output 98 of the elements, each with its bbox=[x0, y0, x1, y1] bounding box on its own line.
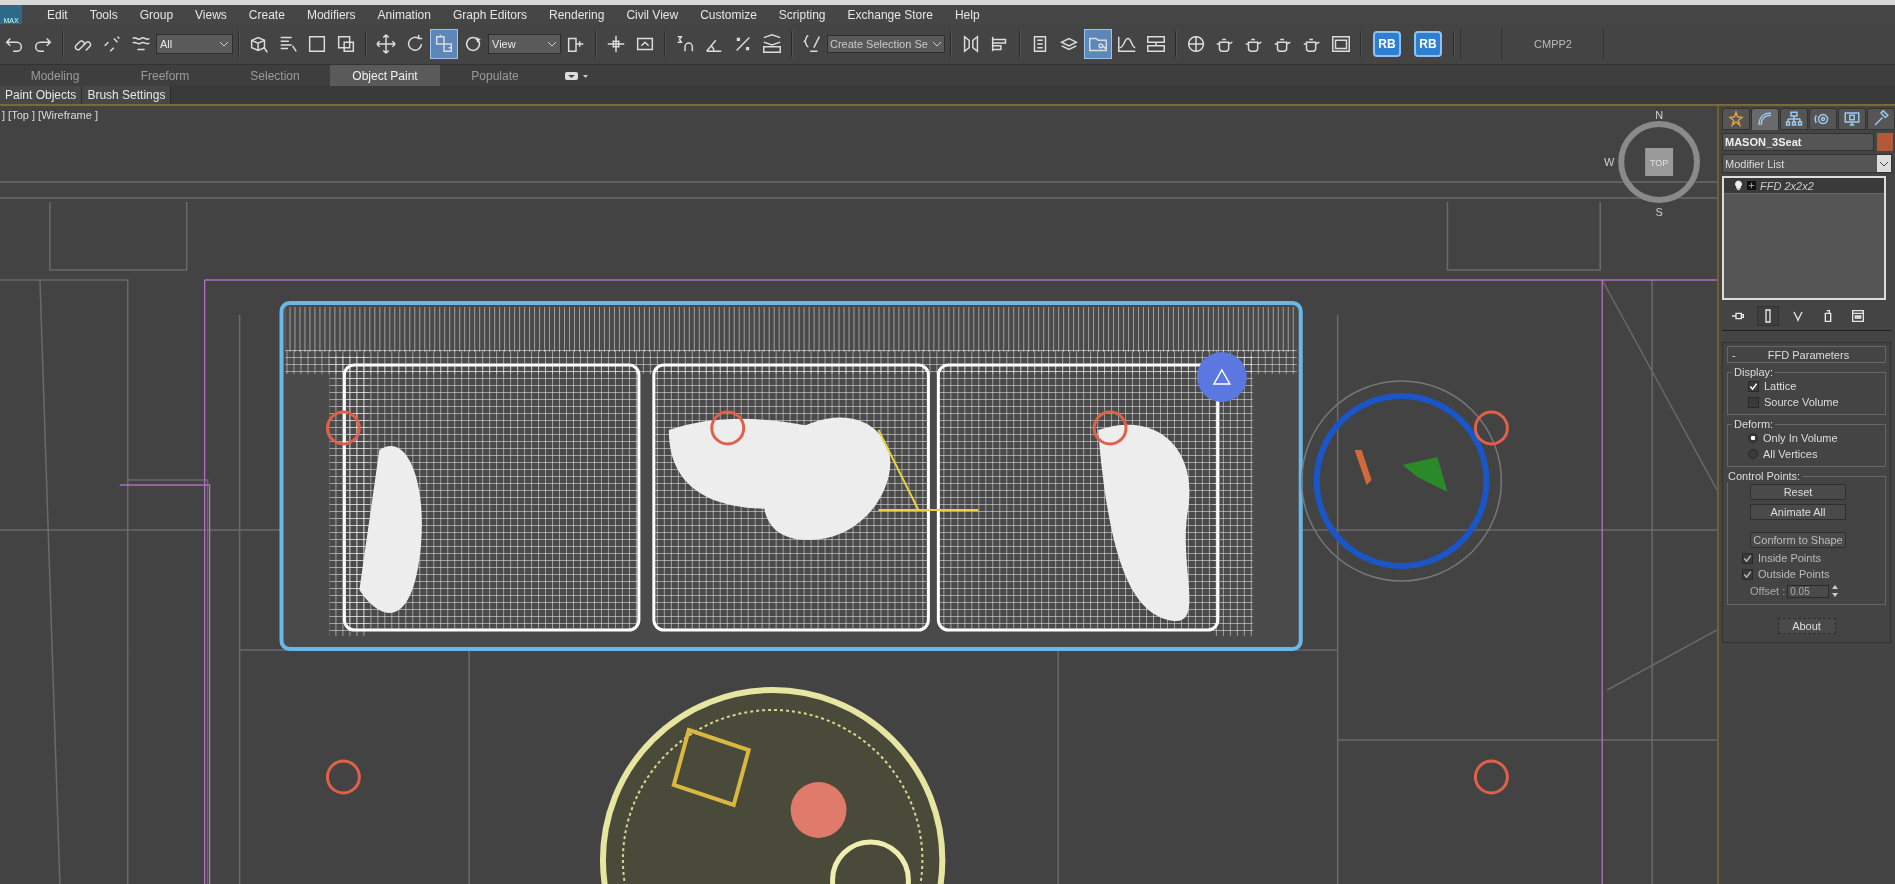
ribbon-tab[interactable]: Populate bbox=[440, 65, 550, 86]
reference-coordinate-dropdown[interactable]: View bbox=[488, 34, 561, 54]
utilities-tab[interactable] bbox=[1867, 108, 1895, 130]
schematic-view-icon bbox=[1145, 33, 1167, 55]
panel-button[interactable]: Animate All bbox=[1750, 504, 1846, 520]
menu-item[interactable]: Views bbox=[184, 7, 238, 22]
about-button[interactable]: About bbox=[1777, 618, 1836, 634]
script-button[interactable]: RB bbox=[1414, 31, 1442, 57]
object-name-field[interactable]: MASON_3Seat bbox=[1722, 133, 1874, 151]
compass-label: W bbox=[1604, 156, 1615, 168]
motion-tab[interactable] bbox=[1809, 108, 1837, 130]
checkbox[interactable] bbox=[1748, 380, 1759, 392]
named-selection-field[interactable]: Create Selection Se bbox=[827, 35, 945, 53]
ribbon-options-icon[interactable] bbox=[564, 69, 590, 82]
checkbox-label: Inside Points bbox=[1758, 552, 1821, 564]
modify-icon bbox=[1756, 110, 1774, 128]
menu-item[interactable]: Tools bbox=[78, 7, 129, 22]
rollout-title: FFD Parameters bbox=[1766, 348, 1851, 361]
expand-icon[interactable] bbox=[1747, 181, 1756, 190]
menu-item[interactable]: Help bbox=[943, 7, 991, 22]
menu-item[interactable]: Create bbox=[237, 7, 296, 22]
spinner-snap-icon bbox=[761, 33, 783, 55]
helper-circle[interactable] bbox=[710, 410, 746, 446]
script-button[interactable]: RB bbox=[1373, 31, 1401, 57]
caret-icon bbox=[932, 41, 942, 47]
checkmark-icon bbox=[1749, 381, 1758, 391]
offset-field[interactable]: 0.05 bbox=[1787, 584, 1830, 598]
lattice-gizmo-drawing[interactable] bbox=[1196, 352, 1503, 582]
group-title: Control Points: bbox=[1727, 470, 1802, 482]
compass-label: S bbox=[1655, 206, 1663, 218]
radio-button[interactable] bbox=[1748, 449, 1758, 459]
menu-item[interactable]: Graph Editors bbox=[441, 7, 538, 22]
menu-item[interactable]: Animation bbox=[366, 7, 442, 22]
hierarchy-tab[interactable] bbox=[1780, 108, 1808, 130]
ribbon-panel-tab[interactable]: Paint Objects bbox=[0, 86, 83, 104]
group-title: Display: bbox=[1733, 366, 1775, 378]
checkbox[interactable] bbox=[1742, 568, 1753, 580]
helper-circle[interactable] bbox=[325, 410, 361, 446]
display-icon bbox=[1843, 110, 1861, 128]
ribbon-panel-tab[interactable]: Brush Settings bbox=[82, 86, 172, 104]
modifier-stack-item[interactable]: FFD 2x2x2 bbox=[1724, 178, 1884, 194]
radio-label: All Vertices bbox=[1763, 448, 1818, 460]
window-crossing-icon bbox=[335, 33, 357, 55]
compass-label: N bbox=[1655, 109, 1664, 121]
radio-button[interactable] bbox=[1748, 433, 1758, 443]
panel-button[interactable]: Reset bbox=[1750, 484, 1846, 500]
menu-item[interactable]: Civil View bbox=[615, 7, 690, 22]
viewport-label[interactable]: ] [Top ] [Wireframe ] bbox=[2, 109, 98, 121]
menu-item[interactable]: Exchange Store bbox=[836, 7, 944, 22]
hierarchy-icon bbox=[1785, 110, 1803, 128]
menu-item[interactable]: Rendering bbox=[538, 7, 616, 22]
scale-icon bbox=[433, 33, 455, 55]
offset-label: Offset : bbox=[1750, 585, 1786, 597]
menu-item[interactable]: Modifiers bbox=[295, 7, 367, 22]
object-color-swatch[interactable] bbox=[1877, 133, 1893, 151]
checkbox[interactable] bbox=[1742, 552, 1753, 564]
named-selection-icon bbox=[801, 33, 823, 55]
checkbox-label: Lattice bbox=[1764, 380, 1797, 392]
frame-window-icon bbox=[1330, 33, 1352, 55]
toolbar-label: CMPP2 bbox=[1503, 29, 1604, 59]
menu-item[interactable]: Group bbox=[128, 7, 185, 22]
create-tab[interactable] bbox=[1722, 108, 1750, 130]
ribbon-tab[interactable]: Modeling bbox=[0, 65, 110, 86]
sofa-wireframe-drawing[interactable] bbox=[279, 301, 1303, 651]
rollout-collapse-toggle[interactable]: - bbox=[1728, 348, 1752, 361]
spinner-arrows-icon[interactable] bbox=[1831, 584, 1840, 598]
configure-sets-icon bbox=[1850, 308, 1866, 324]
ribbon-tab[interactable]: Selection bbox=[220, 65, 330, 86]
panel-button[interactable]: Conform to Shape bbox=[1750, 532, 1846, 548]
utilities-icon bbox=[1872, 110, 1890, 128]
rollout-header[interactable]: - FFD Parameters bbox=[1727, 346, 1886, 363]
caret-icon bbox=[547, 41, 557, 47]
table-wireframe-drawing[interactable] bbox=[599, 687, 946, 884]
group-title: Deform: bbox=[1733, 418, 1775, 430]
checkbox-label: Outside Points bbox=[1758, 568, 1830, 580]
display-tab[interactable] bbox=[1838, 108, 1866, 130]
material-editor-icon bbox=[1185, 33, 1207, 55]
menu-item[interactable]: Scripting bbox=[767, 7, 837, 22]
checkbox-label: Source Volume bbox=[1764, 396, 1839, 408]
menu-item[interactable]: Customize bbox=[689, 7, 768, 22]
show-end-result-button[interactable] bbox=[1757, 306, 1779, 326]
create-icon bbox=[1727, 110, 1745, 128]
manipulate-icon bbox=[605, 33, 627, 55]
caret-icon bbox=[219, 41, 229, 47]
move-icon bbox=[375, 33, 397, 55]
modify-tab[interactable] bbox=[1751, 108, 1779, 130]
rectangle-selection-icon bbox=[306, 33, 328, 55]
caret-icon bbox=[1879, 160, 1889, 167]
modifier-list-dropdown[interactable]: Modifier List bbox=[1722, 154, 1892, 173]
viewport[interactable]: ] [Top ] [Wireframe ] N W TOP S bbox=[0, 106, 1719, 884]
selection-filter-dropdown[interactable]: All bbox=[156, 34, 233, 54]
helper-circle[interactable] bbox=[1092, 410, 1128, 446]
ribbon-tab[interactable]: Object Paint bbox=[330, 65, 440, 86]
light-bulb-icon[interactable] bbox=[1734, 180, 1743, 191]
checkbox[interactable] bbox=[1748, 396, 1759, 408]
ribbon-tab[interactable]: Freeform bbox=[110, 65, 220, 86]
menu-item[interactable]: Edit bbox=[36, 7, 79, 22]
radio-label: Only In Volume bbox=[1763, 432, 1838, 444]
